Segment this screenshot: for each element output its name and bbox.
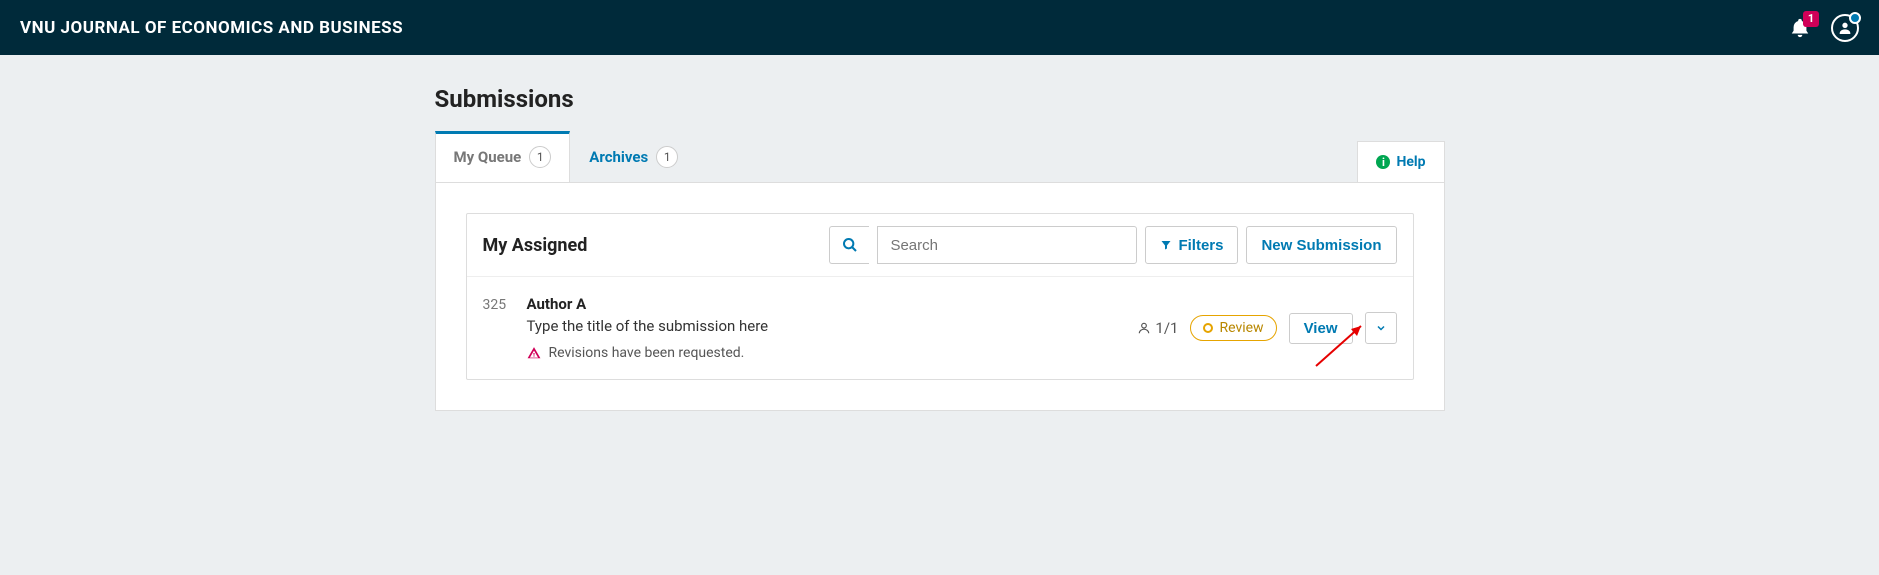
submission-author: Author A: [527, 295, 1138, 313]
view-button[interactable]: View: [1289, 313, 1353, 344]
new-submission-label: New Submission: [1261, 237, 1381, 254]
list-title: My Assigned: [483, 235, 822, 256]
list-header: My Assigned Filters New Submission: [467, 214, 1413, 276]
person-icon: [1137, 321, 1151, 335]
page-title: Submissions: [435, 85, 1445, 113]
notifications-button[interactable]: 1: [1789, 17, 1811, 39]
filters-label: Filters: [1178, 237, 1223, 254]
notice-text: Revisions have been requested.: [549, 345, 745, 361]
user-status-dot: [1849, 12, 1861, 24]
reviewers-text: 1/1: [1155, 319, 1178, 337]
stage-label: Review: [1219, 320, 1263, 336]
tab-count-badge: 1: [656, 146, 678, 168]
new-submission-button[interactable]: New Submission: [1246, 226, 1396, 264]
chevron-down-icon: [1375, 322, 1387, 334]
main-container: Submissions My Queue 1 Archives 1 i Help…: [435, 55, 1445, 461]
submissions-list: My Assigned Filters New Submission 325 A…: [466, 213, 1414, 380]
submission-notice: Revisions have been requested.: [527, 345, 1138, 361]
help-button[interactable]: i Help: [1357, 141, 1444, 182]
tab-label: Archives: [589, 148, 648, 166]
notification-badge: 1: [1803, 11, 1819, 27]
submission-id: 325: [483, 295, 527, 361]
tab-my-queue[interactable]: My Queue 1: [435, 131, 571, 182]
submission-actions: 1/1 Review View: [1137, 295, 1396, 361]
navbar-right: 1: [1789, 14, 1859, 42]
filter-icon: [1160, 239, 1172, 251]
stage-badge: Review: [1190, 315, 1276, 341]
search-icon: [842, 237, 858, 253]
tab-archives[interactable]: Archives 1: [570, 131, 697, 182]
info-icon: i: [1376, 155, 1390, 169]
submission-row[interactable]: 325 Author A Type the title of the submi…: [467, 276, 1413, 379]
stage-dot-icon: [1203, 323, 1213, 333]
more-actions-button[interactable]: [1365, 312, 1397, 344]
tab-count-badge: 1: [529, 146, 551, 168]
filters-button[interactable]: Filters: [1145, 226, 1238, 264]
warning-icon: [527, 346, 541, 360]
tabs: My Queue 1 Archives 1 i Help: [435, 131, 1445, 182]
panel: My Assigned Filters New Submission 325 A…: [435, 182, 1445, 411]
search-input[interactable]: [877, 226, 1137, 264]
site-title[interactable]: VNU JOURNAL OF ECONOMICS AND BUSINESS: [20, 18, 403, 38]
search-button[interactable]: [829, 226, 869, 264]
submission-title: Type the title of the submission here: [527, 317, 1138, 335]
submission-content: Author A Type the title of the submissio…: [527, 295, 1138, 361]
user-menu[interactable]: [1831, 14, 1859, 42]
help-label: Help: [1396, 154, 1425, 170]
navbar: VNU JOURNAL OF ECONOMICS AND BUSINESS 1: [0, 0, 1879, 55]
reviewers-count: 1/1: [1137, 319, 1178, 337]
tab-label: My Queue: [454, 148, 522, 166]
